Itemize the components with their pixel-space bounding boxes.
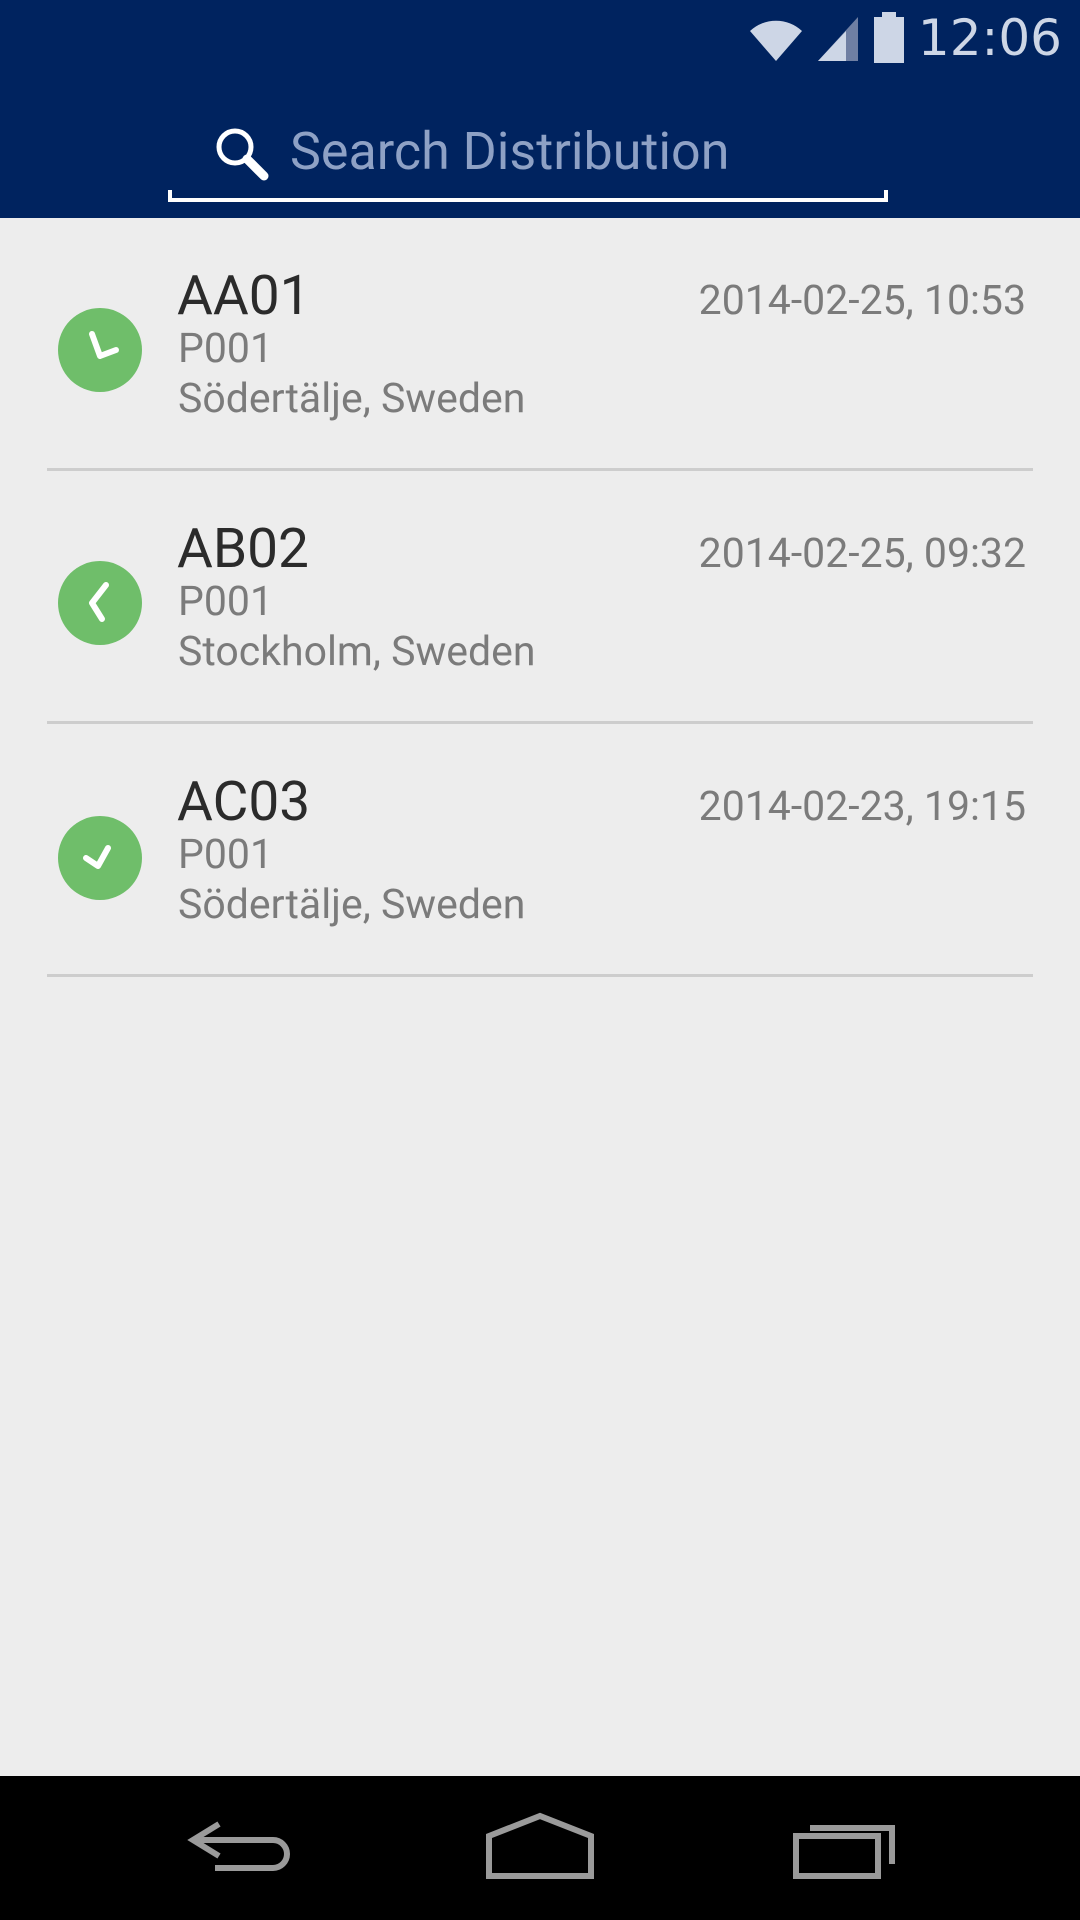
list-item[interactable]: AB02 P001 Stockholm, Sweden 2014-02-25, … <box>0 471 1080 724</box>
clock-icon <box>58 816 142 900</box>
list-item[interactable]: AA01 P001 Södertälje, Sweden 2014-02-25,… <box>0 218 1080 471</box>
distribution-code: AA01 <box>177 264 311 328</box>
battery-icon <box>872 12 906 64</box>
status-time: 12:06 <box>917 9 1062 67</box>
product-code: P001 <box>178 831 273 879</box>
clock-icon <box>58 308 142 392</box>
timestamp: 2014-02-23, 19:15 <box>698 783 1026 831</box>
search-field[interactable]: Search Distribution <box>168 112 888 202</box>
product-code: P001 <box>178 578 273 626</box>
app-header: 12:06 Search Distribution <box>0 0 1080 218</box>
status-icons: 12:06 <box>748 8 1062 68</box>
list-item[interactable]: AC03 P001 Södertälje, Sweden 2014-02-23,… <box>0 724 1080 977</box>
location: Stockholm, Sweden <box>178 628 536 676</box>
timestamp: 2014-02-25, 09:32 <box>698 530 1026 578</box>
distribution-code: AB02 <box>177 517 309 581</box>
back-icon[interactable] <box>175 1806 305 1890</box>
wifi-icon <box>748 13 804 63</box>
home-icon[interactable] <box>475 1806 605 1890</box>
timestamp: 2014-02-25, 10:53 <box>698 277 1026 325</box>
search-input[interactable]: Search Distribution <box>290 116 729 188</box>
recent-apps-icon[interactable] <box>780 1806 910 1890</box>
search-icon[interactable] <box>212 124 272 184</box>
location: Södertälje, Sweden <box>178 881 526 929</box>
clock-icon <box>58 561 142 645</box>
cellular-signal-icon <box>816 13 860 63</box>
product-code: P001 <box>178 325 273 373</box>
system-nav-bar <box>0 1776 1080 1920</box>
divider <box>47 974 1033 977</box>
distribution-list: AA01 P001 Södertälje, Sweden 2014-02-25,… <box>0 218 1080 977</box>
location: Södertälje, Sweden <box>178 375 526 423</box>
distribution-code: AC03 <box>177 770 311 834</box>
status-bar: 12:06 <box>0 0 1080 75</box>
search-underline <box>168 190 888 202</box>
